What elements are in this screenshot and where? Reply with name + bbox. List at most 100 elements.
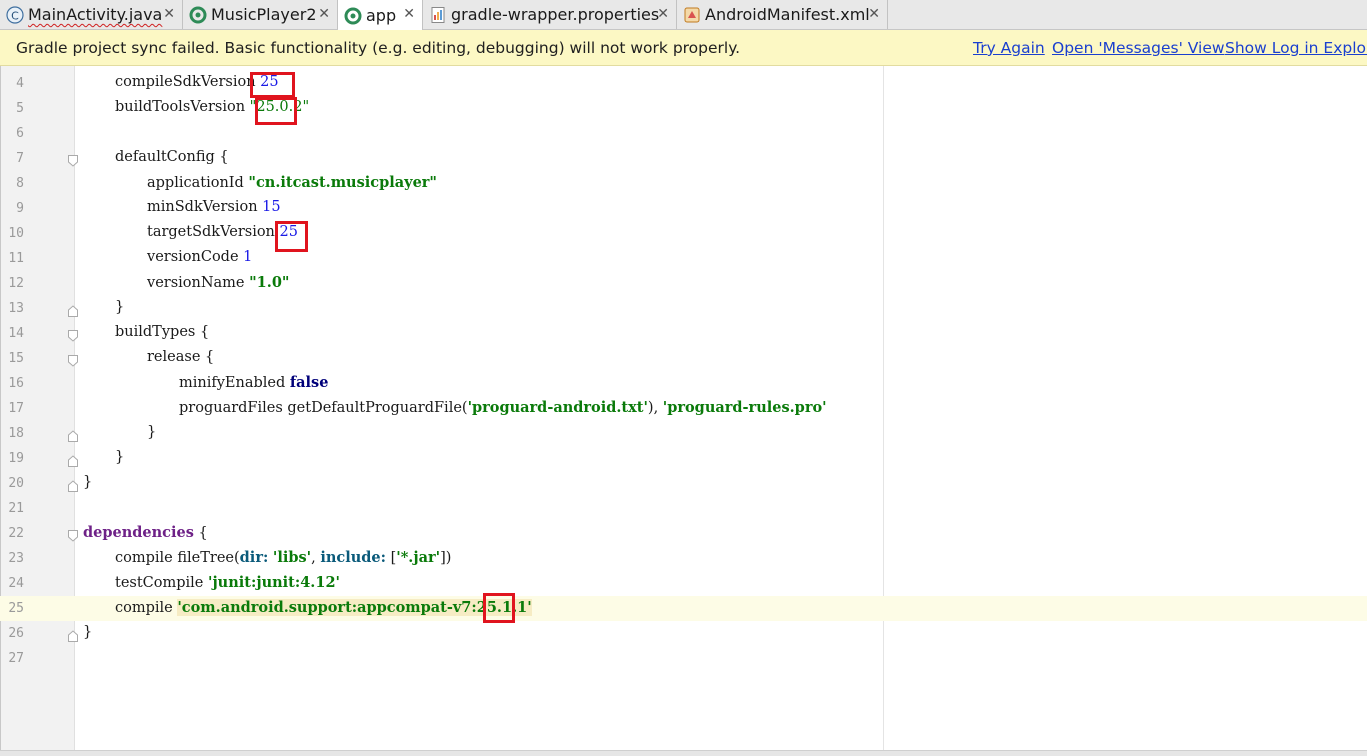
tab-musicplayer2[interactable]: MusicPlayer2 ✕: [183, 0, 338, 29]
code-text: buildTypes {: [115, 324, 210, 340]
code-line: 18 }: [0, 421, 1367, 446]
line-number: 20: [8, 476, 24, 491]
tab-label: AndroidManifest.xml: [705, 5, 870, 24]
code-line: 13 }: [0, 296, 1367, 321]
tab-app[interactable]: app ✕: [338, 0, 423, 31]
tab-gradle-wrapper-properties[interactable]: gradle-wrapper.properties ✕: [423, 0, 677, 29]
close-icon[interactable]: ✕: [318, 6, 330, 22]
code-text: dependencies {: [83, 524, 208, 541]
code-text: }: [83, 624, 93, 640]
show-log-in-explorer-link[interactable]: Show Log in Explorer: [1225, 39, 1367, 57]
tab-androidmanifest-xml[interactable]: AndroidManifest.xml ✕: [677, 0, 888, 29]
fold-end-marker-icon[interactable]: [68, 302, 78, 317]
line-number: 6: [16, 126, 24, 141]
fold-marker-icon[interactable]: [68, 527, 78, 542]
code-line: 12 versionName "1.0": [0, 271, 1367, 296]
code-line: 5 buildToolsVersion "25.0.2": [0, 96, 1367, 121]
fold-end-marker-icon[interactable]: [68, 627, 78, 642]
sync-failed-notification: Gradle project sync failed. Basic functi…: [0, 30, 1367, 66]
line-number: 19: [8, 451, 24, 466]
tab-label: gradle-wrapper.properties: [451, 5, 660, 24]
notification-message: Gradle project sync failed. Basic functi…: [16, 39, 741, 57]
code-editor[interactable]: 4 compileSdkVersion 25 5 buildToolsVersi…: [0, 66, 1367, 750]
line-number: 23: [8, 551, 24, 566]
code-text: applicationId "cn.itcast.musicplayer": [147, 174, 437, 191]
line-number: 27: [8, 651, 24, 666]
tab-mainactivity-java[interactable]: C MainActivity.java ✕: [0, 0, 183, 29]
line-number: 8: [16, 176, 24, 191]
code-line: 11 versionCode 1: [0, 246, 1367, 271]
code-text: release {: [147, 349, 215, 365]
code-line: 20 }: [0, 471, 1367, 496]
highlight-box-build-tools: [255, 97, 297, 125]
close-icon[interactable]: ✕: [868, 6, 880, 22]
line-number: 11: [8, 251, 24, 266]
open-messages-view-link[interactable]: Open 'Messages' View: [1052, 39, 1225, 57]
tab-label: MainActivity.java: [28, 5, 163, 24]
properties-file-icon: [429, 6, 447, 24]
code-text: }: [115, 299, 125, 315]
fold-marker-icon[interactable]: [68, 152, 78, 167]
line-number: 22: [8, 526, 24, 541]
line-number: 26: [8, 626, 24, 641]
fold-end-marker-icon[interactable]: [68, 427, 78, 442]
code-line: 16 minifyEnabled false: [0, 371, 1367, 396]
close-icon[interactable]: ✕: [163, 6, 175, 22]
code-text: proguardFiles getDefaultProguardFile('pr…: [179, 399, 827, 416]
code-line: 24 testCompile 'junit:junit:4.12': [0, 571, 1367, 596]
line-number: 5: [16, 101, 24, 116]
line-number: 9: [16, 201, 24, 216]
highlight-box-appcompat: [483, 593, 515, 623]
line-number: 24: [8, 576, 24, 591]
highlight-box-target-sdk: [275, 221, 308, 252]
try-again-link[interactable]: Try Again: [973, 39, 1045, 57]
code-line: 4 compileSdkVersion 25: [0, 71, 1367, 96]
gradle-module-icon: [344, 7, 362, 25]
code-text: }: [115, 449, 125, 465]
code-text: }: [83, 474, 93, 490]
code-line: 21: [0, 496, 1367, 521]
fold-end-marker-icon[interactable]: [68, 452, 78, 467]
svg-text:C: C: [11, 9, 19, 22]
code-line: 6: [0, 121, 1367, 146]
code-text: testCompile 'junit:junit:4.12': [115, 574, 340, 591]
code-line: 22 dependencies {: [0, 521, 1367, 546]
editor-tab-bar: C MainActivity.java ✕ MusicPlayer2 ✕ app…: [0, 0, 1367, 31]
code-line: 9 minSdkVersion 15: [0, 196, 1367, 221]
code-text: compile 'com.android.support:appcompat-v…: [115, 599, 532, 616]
line-number: 7: [16, 151, 24, 166]
line-number: 16: [8, 376, 24, 391]
line-number: 17: [8, 401, 24, 416]
class-c-icon: C: [6, 5, 24, 24]
close-icon[interactable]: ✕: [657, 6, 669, 22]
line-number: 10: [8, 226, 24, 241]
code-line: 7 defaultConfig {: [0, 146, 1367, 171]
line-number: 14: [8, 326, 24, 341]
fold-marker-icon[interactable]: [68, 352, 78, 367]
line-number: 21: [8, 501, 24, 516]
code-text: compile fileTree(dir: 'libs', include: […: [115, 549, 452, 566]
highlight-box-compile-sdk: [250, 72, 295, 98]
code-text: defaultConfig {: [115, 149, 229, 165]
line-number: 4: [16, 76, 24, 91]
code-line: 10 targetSdkVersion 25: [0, 221, 1367, 246]
code-line: 15 release {: [0, 346, 1367, 371]
code-line-current: 25 compile 'com.android.support:appcompa…: [0, 596, 1367, 621]
code-line: 19 }: [0, 446, 1367, 471]
fold-end-marker-icon[interactable]: [68, 477, 78, 492]
line-number: 13: [8, 301, 24, 316]
fold-marker-icon[interactable]: [68, 327, 78, 342]
code-line: 14 buildTypes {: [0, 321, 1367, 346]
line-number: 18: [8, 426, 24, 441]
manifest-file-icon: [683, 6, 701, 24]
tab-label: app: [366, 6, 397, 25]
line-number: 15: [8, 351, 24, 366]
code-line: 27: [0, 646, 1367, 671]
code-text: }: [147, 424, 157, 440]
code-line: 17 proguardFiles getDefaultProguardFile(…: [0, 396, 1367, 421]
horizontal-scrollbar[interactable]: [0, 750, 1367, 756]
gradle-module-icon: [189, 6, 207, 24]
code-line: 26 }: [0, 621, 1367, 646]
code-line: 23 compile fileTree(dir: 'libs', include…: [0, 546, 1367, 571]
close-icon[interactable]: ✕: [403, 6, 415, 22]
